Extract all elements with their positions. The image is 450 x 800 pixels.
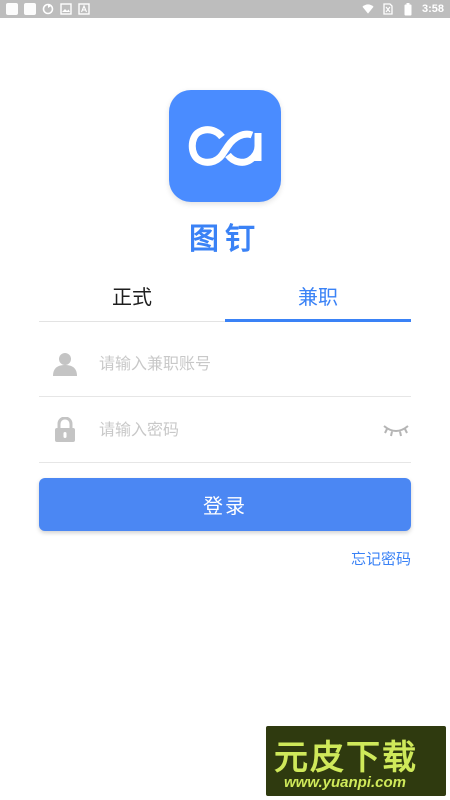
app-logo bbox=[169, 90, 281, 202]
account-field bbox=[39, 331, 411, 397]
app-name: 图钉 bbox=[189, 223, 261, 256]
wifi-icon bbox=[362, 3, 374, 15]
battery-icon bbox=[402, 2, 414, 15]
watermark-url: www.yuanpi.com bbox=[284, 774, 406, 791]
tab-part-time[interactable]: 兼职 bbox=[225, 270, 411, 322]
app-icon bbox=[6, 3, 18, 15]
watermark-logo: 元皮下载 www.yuanpi.com bbox=[266, 726, 446, 796]
status-left-icons bbox=[6, 3, 90, 15]
lock-icon bbox=[51, 416, 79, 444]
login-tabs: 正式 兼职 bbox=[39, 270, 411, 322]
watermark-title: 元皮下载 bbox=[274, 739, 418, 777]
image-icon bbox=[60, 3, 72, 15]
infinity-logo-icon bbox=[188, 126, 262, 166]
password-field bbox=[39, 397, 411, 463]
login-button[interactable]: 登录 bbox=[39, 478, 411, 531]
status-time: 3:58 bbox=[421, 3, 444, 15]
font-icon bbox=[78, 3, 90, 15]
forgot-password-link[interactable]: 忘记密码 bbox=[351, 548, 411, 569]
sync-icon bbox=[42, 3, 54, 15]
no-sim-icon bbox=[382, 3, 394, 15]
eye-closed-icon[interactable] bbox=[381, 420, 411, 440]
status-right-icons: 3:58 bbox=[362, 2, 444, 15]
status-bar: 3:58 bbox=[0, 0, 450, 18]
user-icon bbox=[51, 350, 79, 378]
password-input[interactable] bbox=[97, 419, 361, 440]
account-input[interactable] bbox=[97, 353, 361, 374]
app-icon bbox=[24, 3, 36, 15]
tab-formal[interactable]: 正式 bbox=[39, 270, 225, 321]
